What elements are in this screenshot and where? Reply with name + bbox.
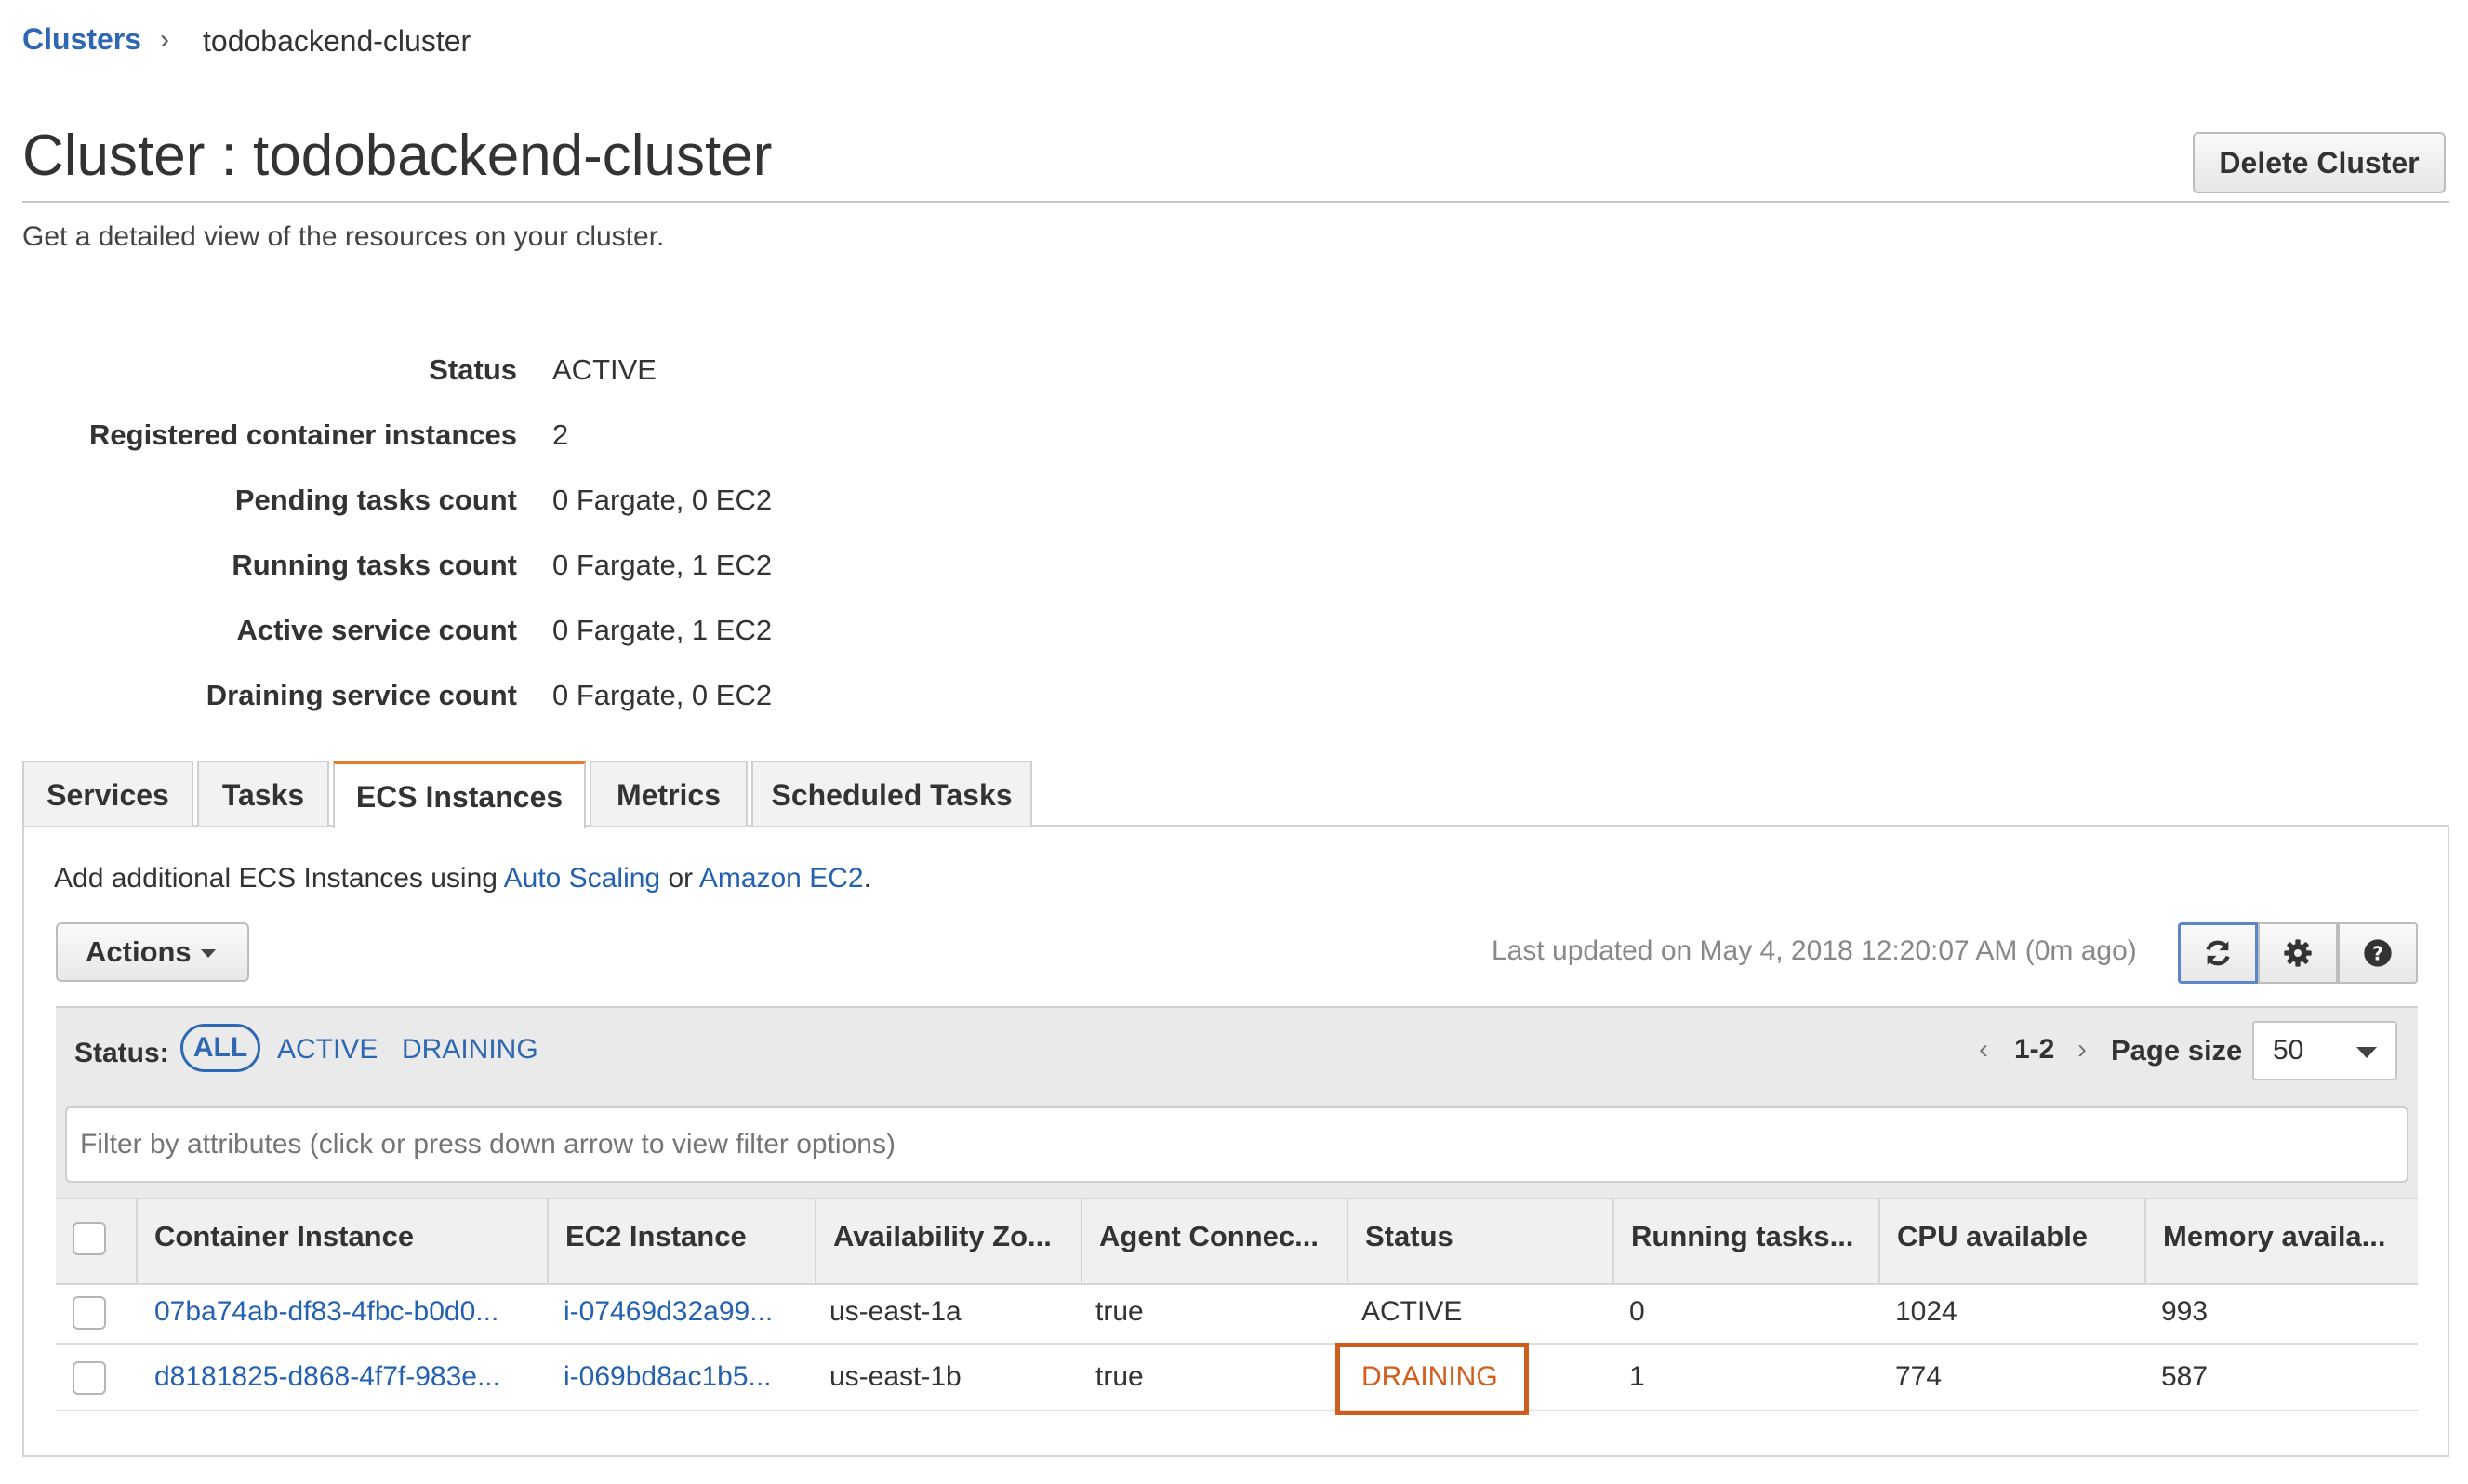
detail-key: Pending tasks count [234,484,517,516]
detail-row-active-services: Active service count 0 Fargate, 1 EC2 [0,614,1116,660]
detail-key: Active service count [236,614,517,646]
filter-input[interactable] [65,1106,2408,1183]
info-text: Add additional ECS Instances using [54,863,504,894]
column-header-container-instance[interactable]: Container Instance [154,1220,414,1253]
ec2-instance-link[interactable]: i-069bd8ac1b5... [564,1361,772,1393]
availability-zone-cell: us-east-1a [829,1296,962,1327]
breadcrumb-clusters-link[interactable]: Clusters [22,22,141,57]
availability-zone-cell: us-east-1b [829,1361,962,1392]
column-header-agent-connected[interactable]: Agent Connec... [1099,1220,1319,1253]
page-size-value: 50 [2273,1035,2304,1066]
settings-button[interactable] [2258,922,2338,984]
detail-value: 2 [552,418,569,451]
draining-highlight-box [1335,1343,1529,1415]
column-header-status[interactable]: Status [1365,1220,1453,1253]
info-text: . [863,863,871,894]
detail-row-running-tasks: Running tasks count 0 Fargate, 1 EC2 [0,549,1116,595]
tab-services[interactable]: Services [22,761,193,826]
detail-value: 0 Fargate, 1 EC2 [552,549,773,581]
row-divider [56,1410,2418,1411]
actions-label: Actions [86,935,192,968]
status-filter-draining[interactable]: DRAINING [402,1034,538,1066]
refresh-button[interactable] [2178,922,2258,984]
amazon-ec2-link[interactable]: Amazon EC2 [699,863,864,894]
last-updated-text: Last updated on May 4, 2018 12:20:07 AM … [1492,935,2137,966]
column-divider [1612,1198,1614,1283]
detail-row-pending-tasks: Pending tasks count 0 Fargate, 0 EC2 [0,484,1116,530]
column-header-running-tasks[interactable]: Running tasks... [1631,1220,1853,1253]
column-divider [2144,1198,2146,1283]
delete-cluster-button[interactable]: Delete Cluster [2193,132,2446,193]
column-divider [1081,1198,1082,1283]
chevron-right-icon[interactable]: › [2077,1034,2087,1066]
actions-dropdown[interactable]: Actions [56,922,249,982]
svg-text:?: ? [2372,942,2383,964]
column-header-cpu-available[interactable]: CPU available [1897,1220,2088,1253]
caret-down-icon [200,949,216,959]
detail-key: Status [429,353,517,386]
column-divider [1878,1198,1880,1283]
breadcrumb-separator: › [160,24,169,55]
status-cell: ACTIVE [1361,1296,1463,1327]
column-divider [547,1198,549,1283]
page-title: Cluster : todobackend-cluster [22,124,773,188]
caret-down-icon [2356,1047,2377,1058]
ec2-instance-link[interactable]: i-07469d32a99... [564,1296,773,1328]
auto-scaling-link[interactable]: Auto Scaling [504,863,660,894]
cpu-available-cell: 1024 [1895,1296,1957,1327]
title-divider [22,201,2449,203]
detail-value: ACTIVE [552,353,657,386]
running-tasks-cell: 1 [1629,1361,1645,1392]
breadcrumb-current: todobackend-cluster [203,24,471,58]
agent-connected-cell: true [1095,1296,1144,1327]
column-header-ec2-instance[interactable]: EC2 Instance [565,1220,747,1253]
tab-tasks[interactable]: Tasks [197,761,329,826]
container-instance-link[interactable]: 07ba74ab-df83-4fbc-b0d0... [154,1296,498,1328]
column-divider [1347,1198,1348,1283]
help-button[interactable]: ? [2338,922,2418,984]
detail-value: 0 Fargate, 0 EC2 [552,484,773,516]
pagination-range: 1-2 [2014,1034,2055,1065]
detail-row-status: Status ACTIVE [0,353,1116,400]
tab-ecs-instances[interactable]: ECS Instances [333,761,586,828]
memory-available-cell: 587 [2161,1361,2209,1392]
column-header-memory-available[interactable]: Memory availa... [2163,1220,2386,1253]
container-instance-link[interactable]: d8181825-d868-4f7f-983e... [154,1361,500,1393]
refresh-icon [2206,940,2230,966]
detail-key: Registered container instances [89,418,517,451]
row-checkbox[interactable] [73,1361,106,1395]
tab-metrics[interactable]: Metrics [590,761,748,826]
info-text: or [660,863,699,894]
detail-value: 0 Fargate, 1 EC2 [552,614,773,646]
detail-row-draining-services: Draining service count 0 Fargate, 0 EC2 [0,679,1116,725]
page-size-select[interactable]: 50 [2252,1021,2397,1080]
running-tasks-cell: 0 [1629,1296,1645,1327]
row-divider [56,1343,2418,1345]
gear-icon [2284,939,2312,967]
detail-value: 0 Fargate, 0 EC2 [552,679,773,711]
detail-key: Draining service count [206,679,517,711]
cpu-available-cell: 774 [1895,1361,1943,1392]
tab-scheduled-tasks[interactable]: Scheduled Tasks [751,761,1032,826]
row-checkbox[interactable] [73,1296,106,1330]
status-filter-label: Status: [74,1038,169,1068]
select-all-checkbox[interactable] [73,1222,106,1255]
add-instances-info: Add additional ECS Instances using Auto … [54,863,871,894]
agent-connected-cell: true [1095,1361,1144,1392]
page-subtitle: Get a detailed view of the resources on … [22,221,665,252]
column-divider [815,1198,816,1283]
detail-key: Running tasks count [232,549,517,581]
status-filter-all[interactable]: ALL [180,1024,260,1072]
memory-available-cell: 993 [2161,1296,2209,1327]
detail-row-registered-instances: Registered container instances 2 [0,418,1116,465]
column-header-availability-zone[interactable]: Availability Zo... [833,1220,1052,1253]
page-size-label: Page size [2111,1034,2243,1067]
chevron-left-icon[interactable]: ‹ [1979,1034,1988,1066]
column-divider [136,1198,138,1283]
status-filter-active[interactable]: ACTIVE [277,1034,378,1066]
help-icon: ? [2364,939,2392,967]
